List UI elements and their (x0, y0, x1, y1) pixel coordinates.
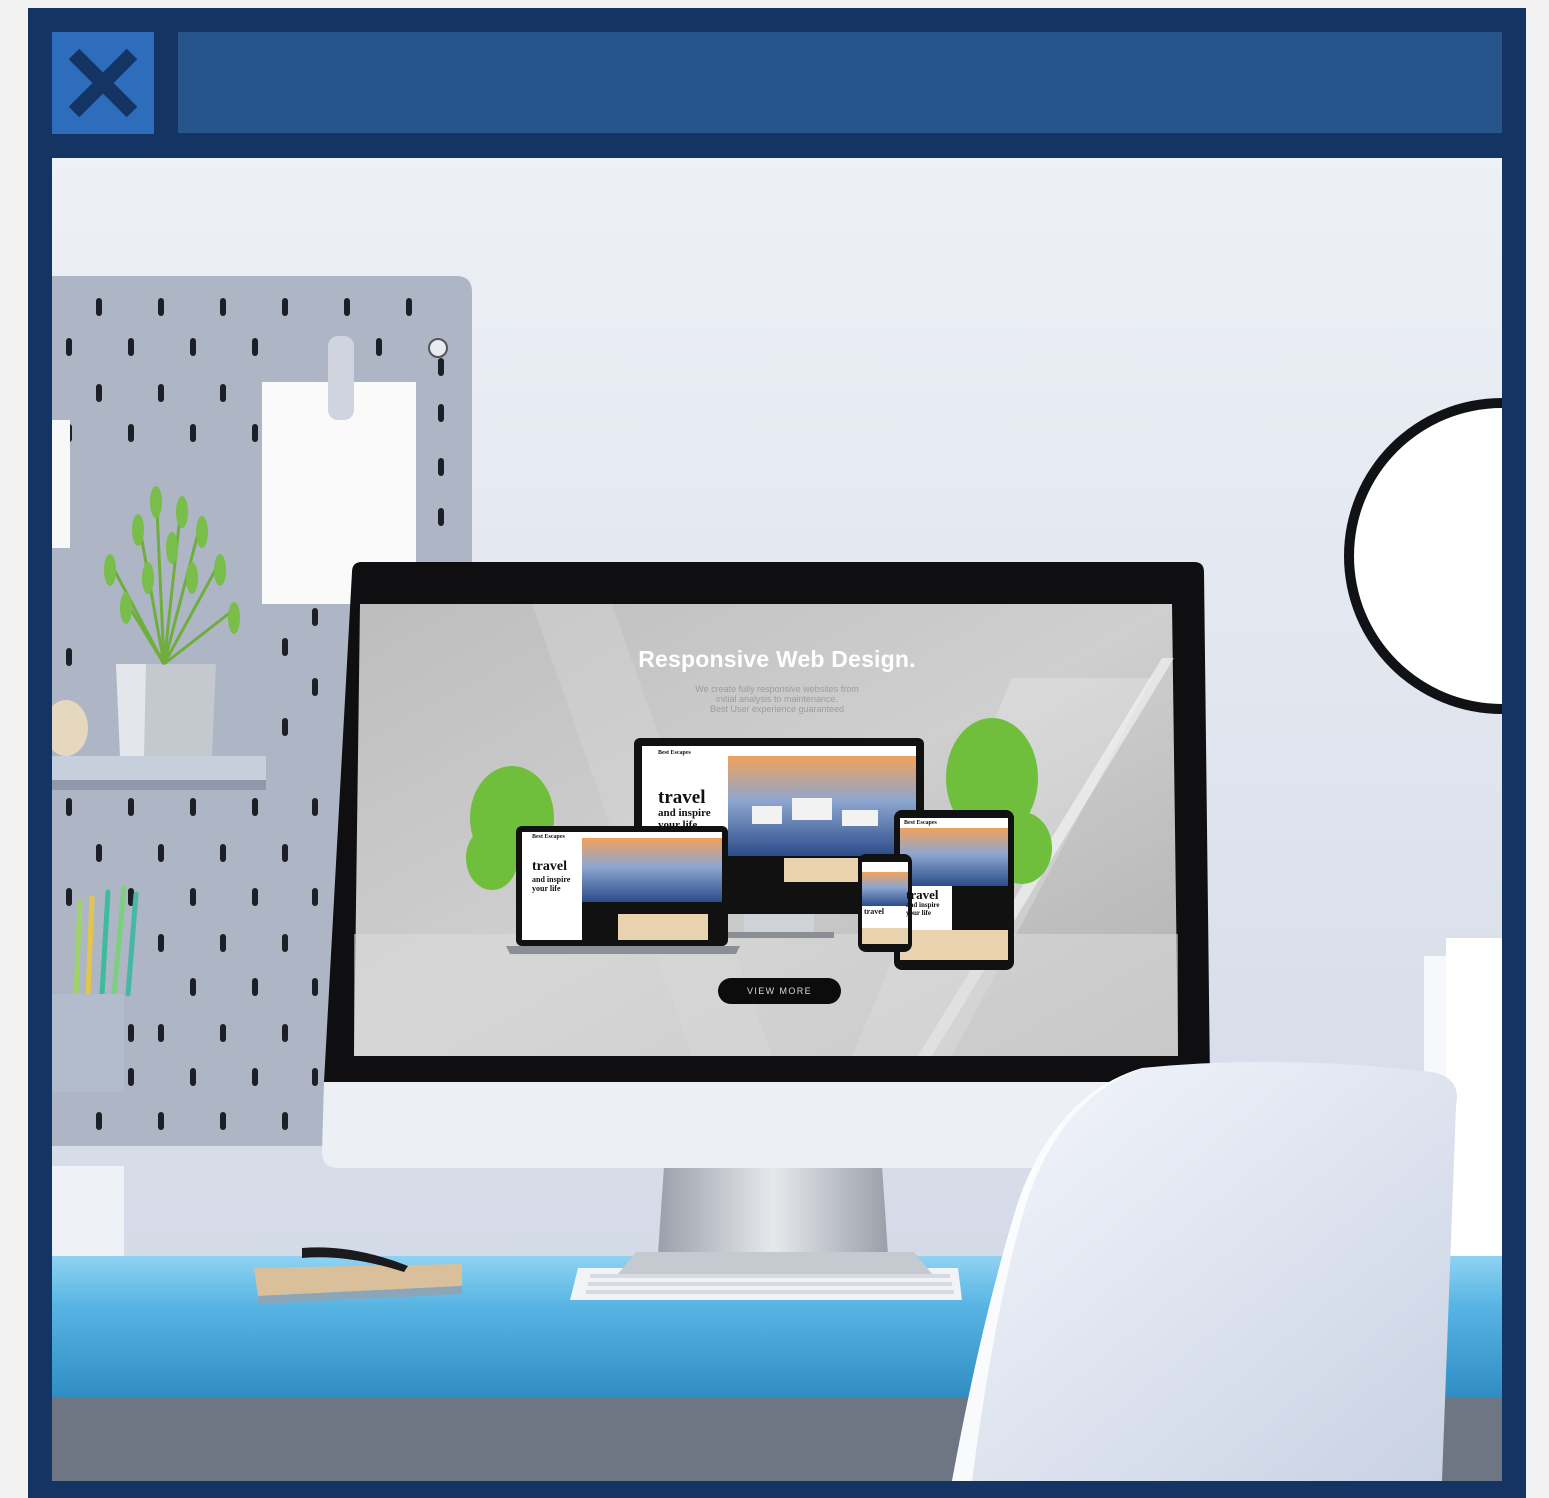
phone-headline: travel (864, 907, 884, 916)
view-more-button[interactable]: VIEW MORE (718, 978, 841, 1004)
screen-subtitle-line: initial analysis to maintenance. (715, 694, 839, 704)
screen-subtitle-line: We create fully responsive websites from (695, 684, 859, 694)
laptop-tagline: and inspire (532, 875, 571, 884)
tablet-brand: Best Escapes (904, 820, 937, 826)
desktop-tagline: and inspire (658, 807, 711, 819)
desktop-tagline: your life (658, 819, 698, 831)
title-bar[interactable] (178, 32, 1502, 133)
screen-subtitle-line: Best User experience guaranteed (709, 704, 845, 714)
app-window: Responsive Web Design. We create fully r… (28, 8, 1526, 1498)
laptop-headline: travel (532, 859, 567, 874)
desktop-brand: Best Escapes (658, 750, 691, 756)
tablet-tagline: your life (906, 909, 931, 917)
close-icon (68, 48, 138, 118)
laptop-brand: Best Escapes (532, 834, 565, 840)
screen-heading: Responsive Web Design. (638, 646, 916, 672)
screen-subtitle: We create fully responsive websites from… (52, 684, 1502, 714)
office-desk-photo (52, 158, 1502, 1481)
tablet-tagline: and inspire (906, 901, 940, 909)
tablet-headline: travel (906, 887, 939, 902)
laptop-tagline: your life (532, 884, 561, 893)
close-button[interactable] (52, 32, 154, 134)
desktop-headline: travel (658, 787, 706, 808)
image-viewer: Responsive Web Design. We create fully r… (52, 158, 1502, 1481)
